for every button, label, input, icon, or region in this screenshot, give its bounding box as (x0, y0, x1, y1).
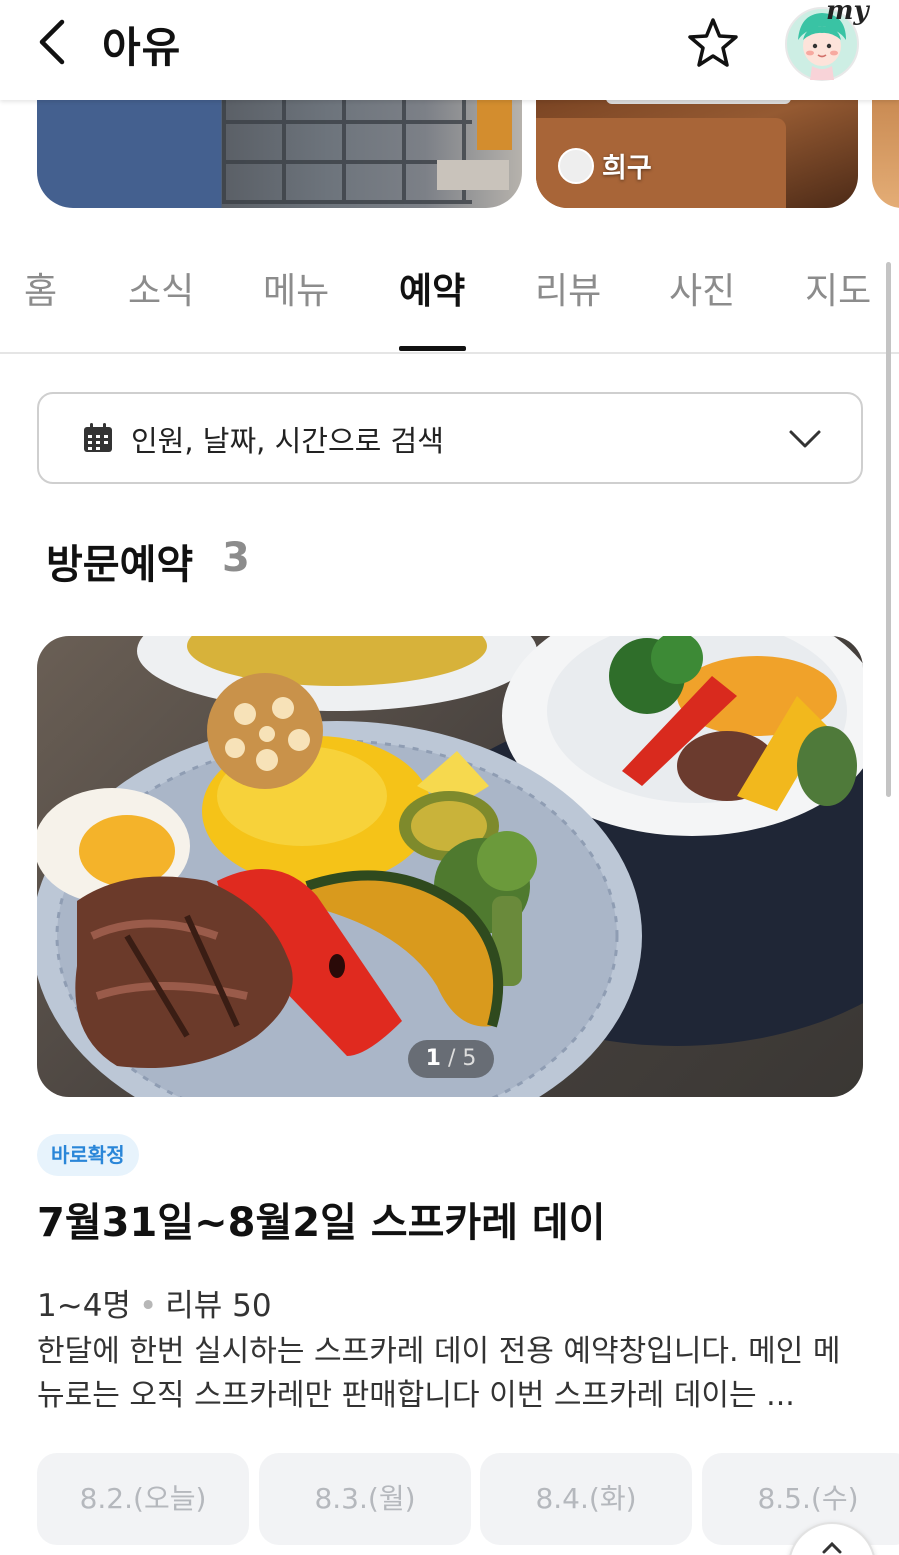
scrollbar[interactable] (886, 262, 891, 797)
listing-description: 한달에 한번 실시하는 스프카레 데이 전용 예약창입니다. 메인 메뉴로는 오… (37, 1334, 841, 1413)
party-size: 1~4명 (37, 1288, 131, 1324)
photo-page-indicator: 1 / 5 (408, 1040, 494, 1078)
listing-title[interactable]: 7월31일~8월2일 스프카레 데이 (37, 1190, 606, 1248)
my-profile-button[interactable]: my (782, 0, 869, 86)
next-photo[interactable] (872, 98, 899, 208)
star-icon (688, 18, 738, 67)
date-chip-row[interactable]: 8.2.(오늘) 8.3.(월) 8.4.(화) 8.5.(수) (37, 1453, 899, 1545)
interior-photo[interactable]: 희구 (536, 98, 858, 208)
reservation-search-dropdown[interactable]: 인원, 날짜, 시간으로 검색 (37, 392, 863, 484)
credit-name: 희구 (602, 153, 652, 184)
meta-separator: • (138, 1288, 158, 1324)
tab-photos[interactable]: 사진 (669, 262, 735, 314)
tab-menu[interactable]: 메뉴 (263, 262, 329, 314)
listing-photo[interactable] (37, 636, 863, 1097)
review-count[interactable]: 리뷰 50 (165, 1288, 271, 1324)
storefront-window (222, 98, 472, 204)
photo-gallery-strip[interactable]: 희구 (0, 98, 899, 210)
storefront-photo[interactable] (37, 98, 522, 208)
tabs-divider (0, 352, 899, 354)
tab-map[interactable]: 지도 (805, 262, 871, 314)
tab-reviews[interactable]: 리뷰 (535, 262, 601, 314)
back-arrow-icon (39, 19, 65, 65)
page-title: 아유 (102, 23, 182, 72)
credit-avatar (558, 147, 594, 184)
instant-confirm-badge: 바로확정 (37, 1134, 139, 1176)
date-chip[interactable]: 8.3.(월) (259, 1453, 471, 1545)
app-header: 아유 my (0, 0, 899, 100)
calendar-icon (84, 423, 112, 452)
tab-bar: 홈 소식 메뉴 예약 리뷰 사진 지도 (0, 262, 899, 352)
tab-news[interactable]: 소식 (128, 262, 194, 314)
chevron-down-icon (789, 430, 821, 448)
photo-page-current: 1 (425, 1046, 441, 1071)
my-label: my (826, 0, 869, 26)
photo-page-total: 5 (462, 1046, 477, 1071)
storefront-step (437, 160, 509, 190)
date-chip[interactable]: 8.2.(오늘) (37, 1453, 249, 1545)
tab-reservation[interactable]: 예약 (399, 262, 465, 314)
listing-meta: 1~4명 • 리뷰 50 (37, 1280, 272, 1325)
active-tab-indicator (399, 346, 466, 351)
storefront-door (477, 98, 512, 150)
soup-curry-illustration (37, 636, 863, 1097)
section-count: 3 (222, 535, 250, 581)
favorite-button[interactable] (684, 16, 742, 72)
section-title: 방문예약 (46, 542, 194, 588)
photo-page-separator: / (447, 1046, 456, 1071)
date-chip[interactable]: 8.4.(화) (480, 1453, 692, 1545)
chevron-up-icon (822, 1541, 842, 1554)
photo-credit: 희구 (558, 146, 652, 185)
tab-home[interactable]: 홈 (24, 262, 57, 314)
scroll-to-top-button[interactable] (788, 1522, 876, 1555)
back-button[interactable] (30, 16, 78, 68)
search-label: 인원, 날짜, 시간으로 검색 (131, 424, 444, 458)
